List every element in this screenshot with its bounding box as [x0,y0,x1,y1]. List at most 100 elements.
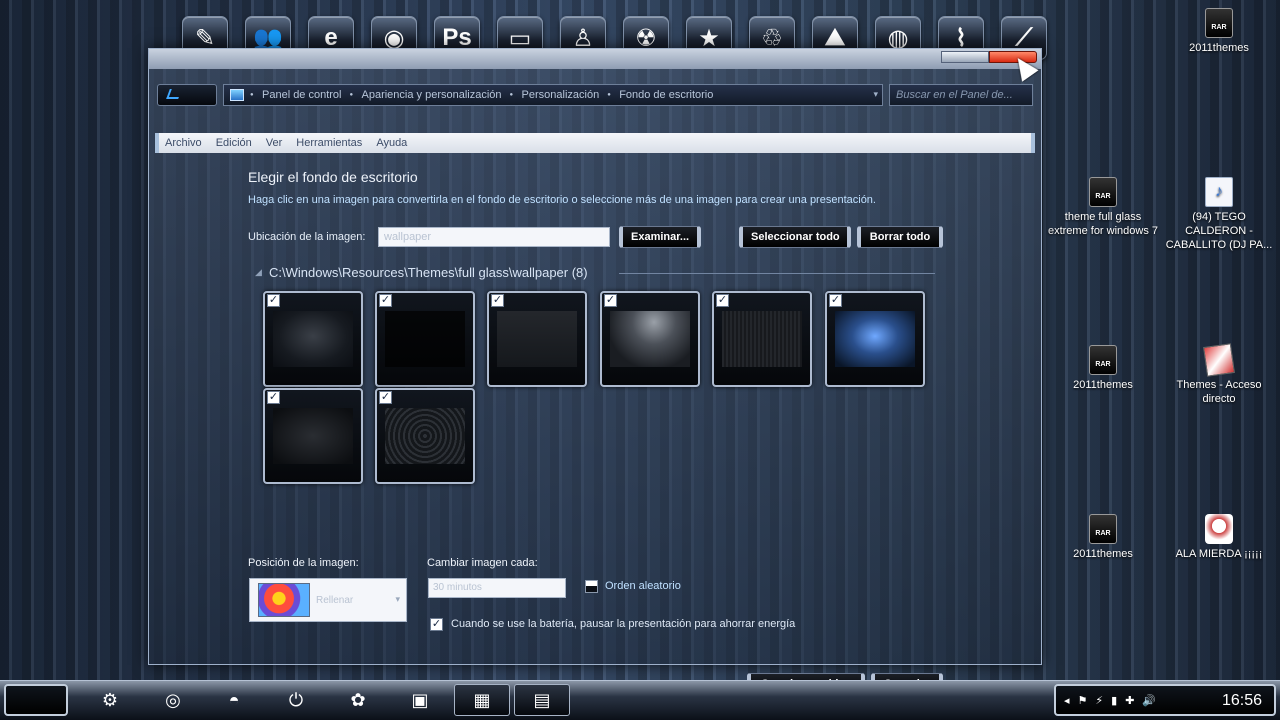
network-icon[interactable]: ⚡ [1095,694,1103,707]
folder-path: C:\Windows\Resources\Themes\full glass\w… [269,265,588,280]
breadcrumb-desktop-background[interactable]: Fondo de escritorio [607,89,723,101]
desktop-icon-2011themes-2[interactable]: 2011themes [1047,345,1159,392]
desktop-icon-tego-calderon[interactable]: ♪ (94) TEGO CALDERON - CABALLITO (DJ PA.… [1163,177,1275,252]
contacts-icon[interactable]: ▣ [392,684,448,716]
clear-all-button[interactable]: Borrar todo [857,226,943,248]
wallpaper-preview-image [610,311,690,367]
menu-edicion[interactable]: Edición [216,137,252,149]
wallpaper-thumbnail[interactable]: ✓ [263,291,363,387]
folder-group-header[interactable]: ◢ C:\Windows\Resources\Themes\full glass… [255,265,935,281]
power-icon[interactable]: ⏻ [268,684,324,716]
thumbnail-checkbox[interactable]: ✓ [379,391,392,404]
desktop-icon-label: ALA MIERDA ¡¡¡¡¡ [1175,548,1263,560]
title-bar[interactable] [149,49,1041,69]
chrome-icon[interactable]: ◎ [145,684,201,716]
shortcut-icon [1203,343,1235,377]
firefox-icon[interactable]: ◓ [206,684,262,716]
volume-icon[interactable]: 🔊 [1142,694,1156,707]
menu-archivo[interactable]: Archivo [165,137,202,149]
breadcrumb-control-panel[interactable]: Panel de control [250,89,352,101]
desktop-icon-label: 2011themes [1073,548,1133,560]
content-area: Elegir el fondo de escritorio Haga clic … [155,153,1035,695]
interval-label: Cambiar imagen cada: [427,557,538,569]
wallpaper-thumbnail[interactable]: ✓ [263,388,363,484]
menu-ayuda[interactable]: Ayuda [376,137,407,149]
wallpaper-thumbnail[interactable]: ✓ [825,291,925,387]
wallpaper-thumbnail[interactable]: ✓ [487,291,587,387]
desktop-icon-2011themes-1[interactable]: 2011themes [1163,8,1275,55]
position-preview-image [258,583,310,617]
select-all-button[interactable]: Seleccionar todo [739,226,851,248]
rar-archive-icon [1089,177,1117,207]
thumbnail-checkbox[interactable]: ✓ [716,294,729,307]
collapse-caret-icon[interactable]: ◢ [255,267,262,278]
position-label: Posición de la imagen: [248,557,359,569]
group-divider [619,273,935,274]
settings-gear-icon[interactable]: ⚙ [82,684,138,716]
shuffle-label[interactable]: Orden aleatorio [605,580,681,592]
thumbnail-checkbox[interactable]: ✓ [267,391,280,404]
windows-update-icon[interactable]: ✿ [330,684,386,716]
desktop-background-window: Panel de control Apariencia y personaliz… [148,48,1042,695]
control-panel-icon [230,89,244,101]
rar-archive-icon [1089,514,1117,544]
desktop-icon-label: Themes - Acceso directo [1176,379,1262,405]
wallpaper-preview-image [385,311,465,367]
position-value: Rellenar [316,595,354,606]
wallpaper-thumbnail[interactable]: ✓ [375,388,475,484]
thumbnail-checkbox[interactable]: ✓ [829,294,842,307]
menu-bar: Archivo Edición Ver Herramientas Ayuda [155,133,1035,153]
search-input[interactable]: Buscar en el Panel de... [889,84,1033,106]
wallpaper-thumbnail[interactable]: ✓ [375,291,475,387]
media-app-icon[interactable]: ▤ [514,684,570,716]
address-bar-row: Panel de control Apariencia y personaliz… [157,83,1033,107]
show-hidden-icons-icon[interactable]: ◂ [1064,694,1070,707]
interval-dropdown[interactable]: 30 minutos [428,578,566,598]
page-title: Elegir el fondo de escritorio [248,169,418,185]
file-icon [1205,514,1233,544]
breadcrumb-personalization[interactable]: Personalización [510,89,610,101]
menu-herramientas[interactable]: Herramientas [296,137,362,149]
thumbnail-checkbox[interactable]: ✓ [604,294,617,307]
music-file-icon: ♪ [1205,177,1233,207]
desktop-icon-label: 2011themes [1189,42,1249,54]
shuffle-checkbox[interactable] [585,580,598,593]
wallpaper-preview-image [273,311,353,367]
battery-label[interactable]: Cuando se use la batería, pausar la pres… [451,618,795,630]
browse-button[interactable]: Examinar... [619,226,701,248]
system-tray: ◂ ⚑ ⚡ ▮ ✚ 🔊 16:56 [1054,684,1276,716]
thumbnail-checkbox[interactable]: ✓ [267,294,280,307]
clock[interactable]: 16:56 [1222,692,1262,710]
taskbar: ⚙ ◎ ◓ ⏻ ✿ ▣ ▦ ▤ ◂ ⚑ ⚡ ▮ ✚ 🔊 16:56 [0,680,1280,720]
action-center-flag-icon[interactable]: ⚑ [1078,694,1088,707]
menu-ver[interactable]: Ver [266,137,283,149]
breadcrumb-appearance[interactable]: Apariencia y personalización [349,89,512,101]
back-button[interactable] [157,84,217,106]
address-dropdown-icon[interactable]: ▾ [873,89,878,100]
rar-archive-icon [1205,8,1233,38]
rar-archive-icon [1089,345,1117,375]
desktop-icon-label: theme full glass extreme for windows 7 [1047,211,1159,237]
minimize-button[interactable] [941,51,989,63]
personalization-icon[interactable]: ▦ [454,684,510,716]
desktop-icon-theme-full-glass[interactable]: theme full glass extreme for windows 7 [1047,177,1159,238]
battery-checkbox[interactable]: ✓ [430,618,443,631]
position-dropdown[interactable]: Rellenar ▾ [249,578,407,622]
thumbnail-checkbox[interactable]: ✓ [491,294,504,307]
wallpaper-thumbnail[interactable]: ✓ [712,291,812,387]
wallpaper-preview-image [497,311,577,367]
security-icon[interactable]: ✚ [1125,694,1134,707]
desktop-icon-label: 2011themes [1073,379,1133,391]
desktop-icon-themes-shortcut[interactable]: Themes - Acceso directo [1163,343,1275,406]
thumbnail-checkbox[interactable]: ✓ [379,294,392,307]
location-dropdown[interactable]: wallpaper [378,227,610,247]
desktop-icon-ala-mierda[interactable]: ALA MIERDA ¡¡¡¡¡ [1163,514,1275,561]
battery-icon[interactable]: ▮ [1111,694,1117,707]
start-button[interactable] [4,684,68,716]
page-subtitle: Haga clic en una imagen para convertirla… [248,194,876,206]
wallpaper-thumbnail[interactable]: ✓ [600,291,700,387]
address-bar[interactable]: Panel de control Apariencia y personaliz… [223,84,883,106]
chevron-down-icon: ▾ [395,594,400,604]
desktop-icon-label: (94) TEGO CALDERON - CABALLITO (DJ PA... [1165,211,1273,251]
desktop-icon-2011themes-3[interactable]: 2011themes [1047,514,1159,561]
